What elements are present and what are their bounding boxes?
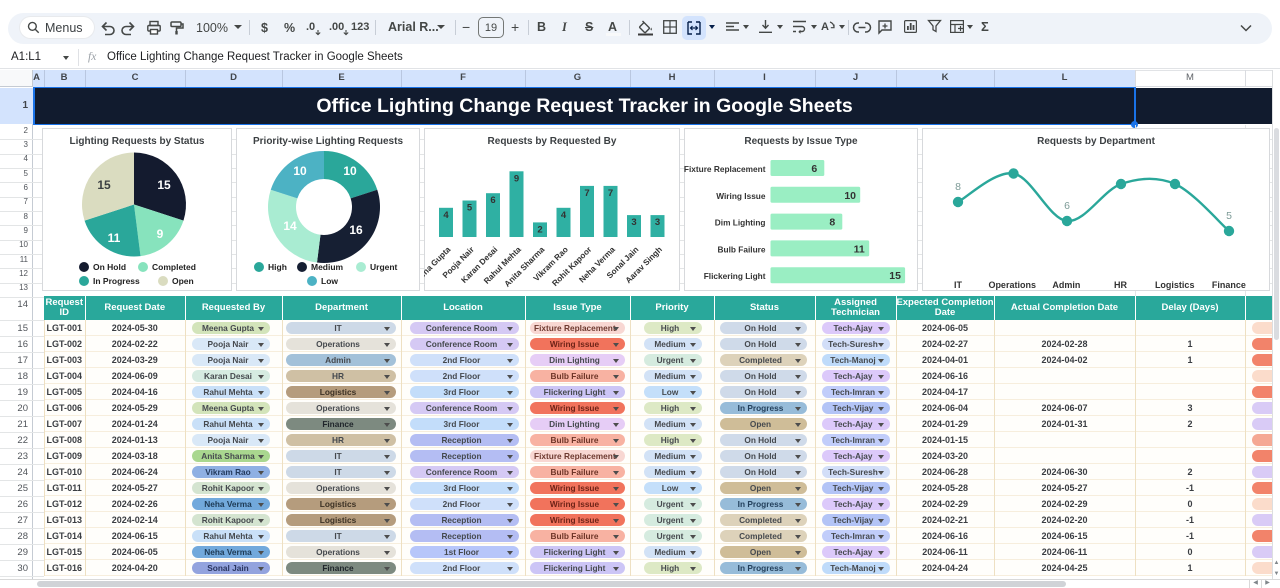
- svg-text:Operations: Operations: [988, 280, 1036, 290]
- svg-text:5: 5: [1226, 210, 1232, 222]
- svg-text:15: 15: [157, 178, 171, 192]
- svg-text:7: 7: [608, 188, 613, 199]
- svg-text:2: 2: [537, 224, 542, 235]
- svg-text:4: 4: [443, 210, 449, 221]
- svg-text:10: 10: [343, 164, 357, 178]
- svg-text:5: 5: [467, 203, 473, 214]
- svg-text:On Hold: On Hold: [93, 262, 126, 272]
- svg-text:11: 11: [854, 243, 865, 255]
- svg-text:Wiring Issue: Wiring Issue: [716, 191, 766, 201]
- svg-text:11: 11: [108, 231, 121, 245]
- svg-text:4: 4: [561, 210, 567, 221]
- svg-text:Finance: Finance: [1212, 280, 1246, 290]
- svg-text:10: 10: [844, 190, 856, 202]
- svg-text:6: 6: [1064, 200, 1070, 212]
- svg-text:7: 7: [584, 188, 589, 199]
- svg-text:Low: Low: [321, 276, 338, 286]
- svg-text:A: A: [821, 21, 829, 33]
- svg-text:9: 9: [157, 227, 164, 241]
- svg-text:8: 8: [829, 217, 835, 229]
- svg-text:3: 3: [631, 217, 636, 228]
- svg-text:15: 15: [97, 178, 111, 192]
- svg-text:HR: HR: [1114, 280, 1127, 290]
- svg-text:Completed: Completed: [152, 262, 196, 272]
- svg-text:9: 9: [514, 173, 519, 184]
- svg-text:High: High: [268, 262, 287, 272]
- svg-text:Open: Open: [172, 276, 194, 286]
- svg-text:Medium: Medium: [311, 262, 344, 272]
- svg-text:Logistics: Logistics: [1155, 280, 1195, 290]
- svg-text:14: 14: [283, 219, 297, 233]
- svg-text:16: 16: [349, 223, 363, 237]
- svg-text:Bulb Failure: Bulb Failure: [718, 244, 766, 254]
- svg-text:Dim Lighting: Dim Lighting: [715, 218, 766, 228]
- svg-text:Flickering Light: Flickering Light: [704, 271, 766, 281]
- svg-text:Admin: Admin: [1052, 280, 1080, 290]
- svg-text:Fixture Replacement: Fixture Replacement: [684, 164, 766, 174]
- svg-text:15: 15: [889, 270, 901, 282]
- svg-text:6: 6: [490, 195, 495, 206]
- svg-text:6: 6: [811, 163, 817, 175]
- svg-text:IT: IT: [954, 280, 963, 290]
- svg-text:In Progress: In Progress: [93, 276, 140, 286]
- svg-text:10: 10: [293, 164, 307, 178]
- svg-text:3: 3: [655, 217, 660, 228]
- svg-text:8: 8: [955, 181, 961, 193]
- svg-text:Urgent: Urgent: [370, 262, 398, 272]
